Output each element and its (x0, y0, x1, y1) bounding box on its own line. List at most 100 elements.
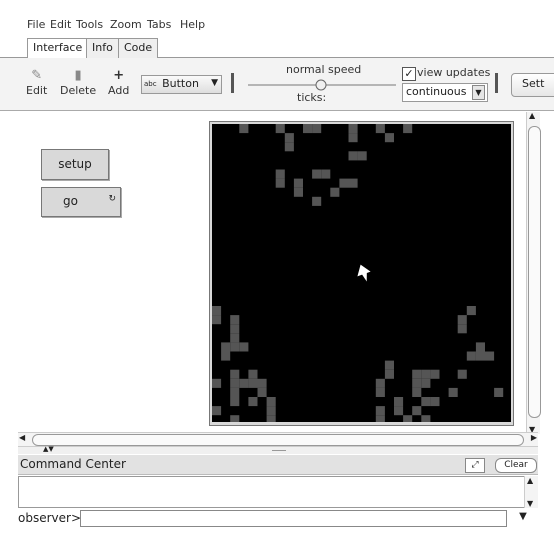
patch-cell (466, 351, 476, 361)
patch-cell (430, 369, 440, 379)
menu-help[interactable]: Help (180, 18, 205, 31)
horizontal-scrollbar[interactable]: ◀ ▶ (18, 432, 538, 446)
patch-cell (448, 387, 458, 397)
patch-cell (230, 378, 240, 388)
view-updates-label: view updates (417, 66, 491, 79)
patch-cell (312, 169, 322, 179)
command-output (18, 476, 538, 508)
tab-bar: Interface Info Code (0, 36, 554, 59)
patch-cell (421, 397, 431, 407)
patch-cell (466, 306, 476, 316)
patch-cell (312, 124, 322, 134)
plus-icon: + (113, 68, 125, 83)
menu-zoom[interactable]: Zoom (110, 18, 142, 31)
scroll-left-icon[interactable]: ◀ (19, 433, 25, 442)
patch-cell (348, 133, 358, 143)
patch-cell (412, 369, 422, 379)
patch-cell (394, 397, 404, 407)
horizontal-scroll-thumb[interactable] (32, 434, 524, 446)
command-center-header: Command Center ⤢ Clear (18, 455, 538, 475)
menu-tabs[interactable]: Tabs (147, 18, 171, 31)
patch-cell (230, 369, 240, 379)
tab-info[interactable]: Info (86, 38, 119, 58)
clear-button[interactable]: Clear (495, 458, 537, 473)
patch-grid (212, 124, 504, 422)
go-button-label: go (63, 194, 78, 208)
scroll-up-icon[interactable]: ▲ (529, 111, 535, 120)
patch-cell (375, 124, 385, 134)
vertical-scrollbar[interactable]: ▲ ▼ (526, 111, 541, 434)
patch-cell (485, 351, 495, 361)
toolbar-separator (231, 73, 234, 93)
scroll-down-icon[interactable]: ▼ (527, 499, 533, 508)
delete-label: Delete (60, 84, 97, 97)
setup-button-label: setup (58, 157, 92, 171)
patch-cell (430, 397, 440, 407)
edit-tool[interactable]: ✎ Edit (26, 68, 47, 97)
patch-cell (321, 169, 331, 179)
command-center-title: Command Center (20, 457, 126, 471)
patch-cell (275, 124, 285, 134)
add-tool[interactable]: + Add (108, 68, 129, 97)
tab-code[interactable]: Code (118, 38, 159, 58)
delete-tool[interactable]: ▮ Delete (60, 68, 96, 97)
patch-cell (330, 187, 340, 197)
patch-cell (384, 369, 394, 379)
turtle-arrow-icon (357, 264, 371, 282)
update-mode-select[interactable]: continuous ▼ (402, 83, 488, 102)
command-input[interactable] (80, 510, 507, 527)
chevron-down-icon[interactable]: ▼ (512, 511, 534, 526)
pane-splitter[interactable]: ▲▼ (18, 445, 538, 454)
patch-cell (494, 387, 504, 397)
go-button[interactable]: go ↻ (41, 187, 121, 217)
world-view[interactable] (212, 124, 511, 422)
patch-cell (230, 333, 240, 343)
tab-interface[interactable]: Interface (27, 38, 89, 59)
scroll-right-icon[interactable]: ▶ (531, 433, 537, 442)
pencil-icon: ✎ (31, 68, 43, 83)
output-scrollbar[interactable]: ▲ ▼ (524, 476, 538, 508)
patch-cell (457, 324, 467, 334)
patch-cell (293, 187, 303, 197)
patch-cell (230, 397, 240, 407)
splitter-grip (272, 450, 286, 451)
speed-slider[interactable] (248, 79, 396, 91)
chevron-down-icon: ▼ (472, 85, 485, 100)
patch-cell (257, 378, 267, 388)
patch-cell (266, 397, 276, 407)
settings-button[interactable]: Sett (511, 73, 554, 97)
patch-cell (475, 342, 485, 352)
chevron-down-icon: ▼ (211, 78, 218, 88)
patch-cell (303, 124, 313, 134)
patch-cell (384, 360, 394, 370)
widget-type-select[interactable]: abc Button ▼ (141, 75, 222, 94)
patch-cell (212, 306, 222, 316)
toolbar-separator (495, 73, 498, 93)
patch-cell (403, 124, 413, 134)
setup-button[interactable]: setup (41, 149, 109, 180)
patch-cell (312, 196, 322, 206)
patch-cell (248, 397, 258, 407)
patch-cell (248, 369, 258, 379)
patch-cell (266, 415, 276, 422)
patch-cell (230, 324, 240, 334)
toolbar: ✎ Edit ▮ Delete + Add abc Button ▼ norma… (0, 58, 554, 111)
menu-edit[interactable]: Edit (50, 18, 71, 31)
scroll-up-icon[interactable]: ▲ (527, 476, 533, 485)
expand-icon[interactable]: ⤢ (465, 458, 485, 473)
menu-file[interactable]: File (27, 18, 45, 31)
patch-cell (212, 406, 222, 416)
patch-cell (384, 133, 394, 143)
view-updates-checkbox[interactable]: ✓ (402, 67, 416, 81)
collapse-arrows-icon[interactable]: ▲▼ (43, 445, 54, 453)
edit-label: Edit (26, 84, 48, 97)
vertical-scroll-thumb[interactable] (528, 126, 541, 418)
patch-cell (348, 178, 358, 188)
patch-cell (266, 406, 276, 416)
patch-cell (375, 415, 385, 422)
patch-cell (239, 124, 249, 134)
patch-cell (293, 178, 303, 188)
menu-tools[interactable]: Tools (76, 18, 103, 31)
patch-cell (348, 151, 358, 161)
patch-cell (284, 142, 294, 152)
